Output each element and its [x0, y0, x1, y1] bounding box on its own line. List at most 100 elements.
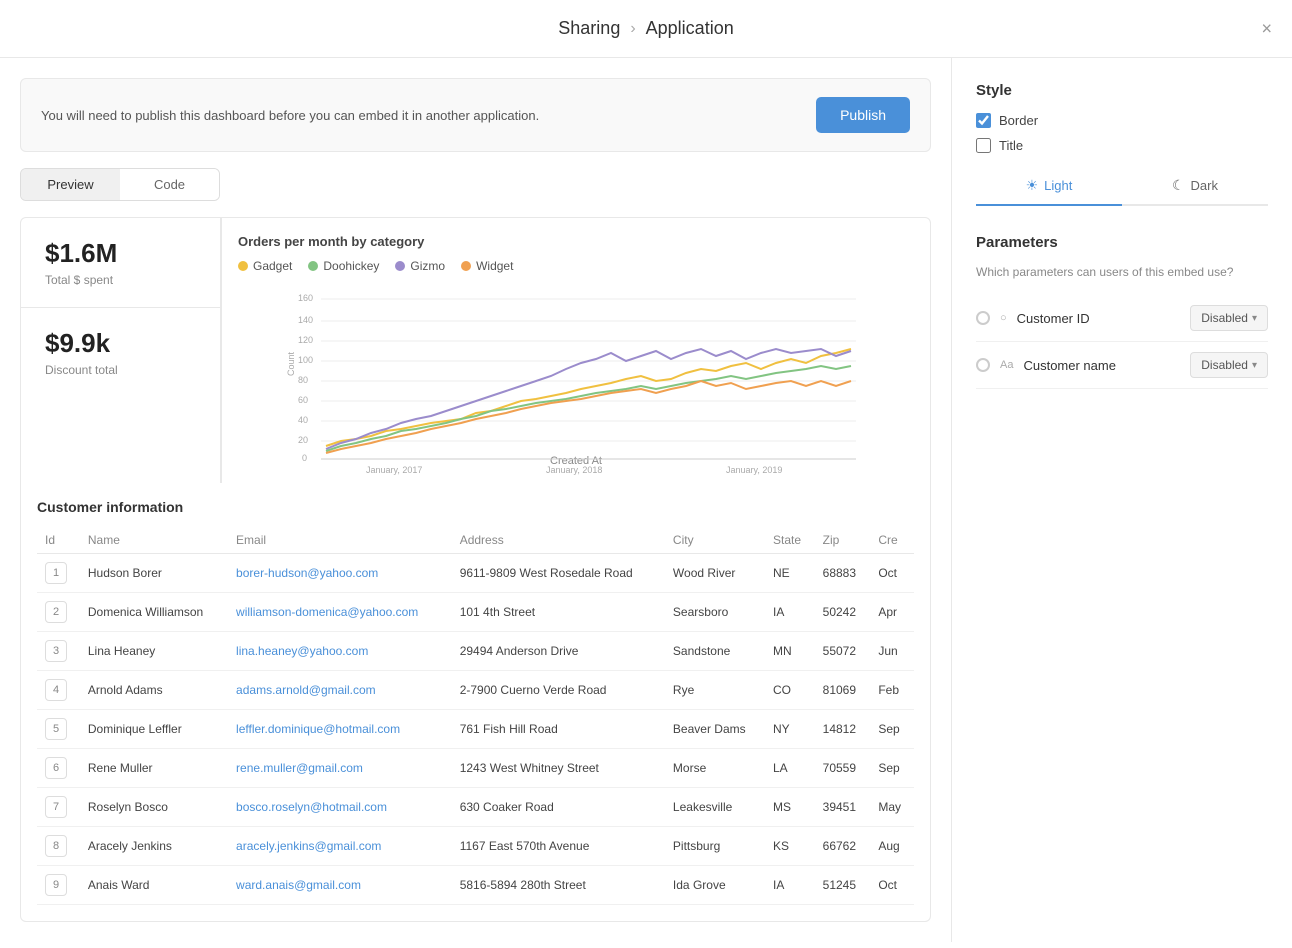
- cell-state: MS: [765, 788, 815, 827]
- cell-email: leffler.dominique@hotmail.com: [228, 710, 452, 749]
- cell-address: 761 Fish Hill Road: [452, 710, 665, 749]
- param-left: Aa Customer name: [976, 358, 1116, 373]
- col-name: Name: [80, 527, 228, 554]
- chevron-down-icon: ▾: [1252, 313, 1257, 324]
- breadcrumb-sharing: Sharing: [558, 18, 620, 39]
- cell-id: 4: [37, 671, 80, 710]
- cell-email: borer-hudson@yahoo.com: [228, 554, 452, 593]
- cell-email: lina.heaney@yahoo.com: [228, 632, 452, 671]
- cell-city: Rye: [665, 671, 765, 710]
- param-dropdown[interactable]: Disabled ▾: [1190, 352, 1268, 378]
- moon-icon: ☾: [1172, 177, 1185, 194]
- light-theme-button[interactable]: ☀ Light: [976, 167, 1122, 206]
- customer-table: Id Name Email Address City State Zip Cre…: [37, 527, 914, 905]
- table-header-row: Id Name Email Address City State Zip Cre: [37, 527, 914, 554]
- cell-zip: 14812: [815, 710, 871, 749]
- table-row: 9 Anais Ward ward.anais@gmail.com 5816-5…: [37, 866, 914, 905]
- title-option: Title: [976, 138, 1268, 153]
- cell-state: NY: [765, 710, 815, 749]
- title-label[interactable]: Title: [999, 138, 1023, 153]
- cell-city: Searsboro: [665, 593, 765, 632]
- col-state: State: [765, 527, 815, 554]
- metric-label-2: Discount total: [45, 363, 197, 377]
- dark-theme-button[interactable]: ☾ Dark: [1122, 167, 1268, 206]
- metric-value-1: $1.6M: [45, 238, 196, 269]
- border-label[interactable]: Border: [999, 113, 1038, 128]
- cell-city: Beaver Dams: [665, 710, 765, 749]
- cell-email: rene.muller@gmail.com: [228, 749, 452, 788]
- cell-name: Lina Heaney: [80, 632, 228, 671]
- close-button[interactable]: ×: [1261, 18, 1272, 39]
- cell-email: adams.arnold@gmail.com: [228, 671, 452, 710]
- line-chart-svg: 160 140 120 100 80 60 40 20 0 Count: [238, 281, 914, 481]
- modal-header: Sharing › Application ×: [0, 0, 1292, 58]
- metric-discount: $9.9k Discount total: [21, 308, 221, 397]
- border-option: Border: [976, 113, 1268, 128]
- params-section: Parameters Which parameters can users of…: [976, 234, 1268, 389]
- chevron-icon: ›: [630, 20, 635, 38]
- legend-label-widget: Widget: [476, 259, 513, 273]
- param-left: ○ Customer ID: [976, 311, 1090, 326]
- param-radio[interactable]: [976, 311, 990, 325]
- title-checkbox[interactable]: [976, 138, 991, 153]
- params-title: Parameters: [976, 234, 1268, 251]
- cell-city: Pittsburg: [665, 827, 765, 866]
- svg-text:January, 2017: January, 2017: [366, 465, 422, 475]
- cell-name: Domenica Williamson: [80, 593, 228, 632]
- legend-widget: Widget: [461, 259, 513, 273]
- table-row: 7 Roselyn Bosco bosco.roselyn@hotmail.co…: [37, 788, 914, 827]
- cell-id: 3: [37, 632, 80, 671]
- publish-banner: You will need to publish this dashboard …: [20, 78, 931, 152]
- chart-container: 160 140 120 100 80 60 40 20 0 Count: [238, 281, 914, 461]
- breadcrumb: Sharing › Application: [558, 18, 733, 39]
- main-panel: You will need to publish this dashboard …: [0, 58, 952, 942]
- publish-button[interactable]: Publish: [816, 97, 910, 133]
- table-row: 6 Rene Muller rene.muller@gmail.com 1243…: [37, 749, 914, 788]
- col-id: Id: [37, 527, 80, 554]
- cell-state: KS: [765, 827, 815, 866]
- cell-created: Jun: [870, 632, 914, 671]
- theme-toggle: ☀ Light ☾ Dark: [976, 167, 1268, 206]
- cell-zip: 50242: [815, 593, 871, 632]
- cell-city: Wood River: [665, 554, 765, 593]
- param-row: ○ Customer ID Disabled ▾: [976, 295, 1268, 342]
- cell-id: 8: [37, 827, 80, 866]
- cell-created: Aug: [870, 827, 914, 866]
- cell-address: 1167 East 570th Avenue: [452, 827, 665, 866]
- cell-state: NE: [765, 554, 815, 593]
- legend-dot-gadget: [238, 261, 248, 271]
- legend-gadget: Gadget: [238, 259, 292, 273]
- cell-city: Ida Grove: [665, 866, 765, 905]
- cell-name: Dominique Leffler: [80, 710, 228, 749]
- param-radio[interactable]: [976, 358, 990, 372]
- cell-address: 2-7900 Cuerno Verde Road: [452, 671, 665, 710]
- svg-text:140: 140: [298, 315, 313, 325]
- cell-id: 7: [37, 788, 80, 827]
- cell-created: Feb: [870, 671, 914, 710]
- cell-city: Morse: [665, 749, 765, 788]
- param-name: Customer ID: [1017, 311, 1090, 326]
- metric-label-1: Total $ spent: [45, 273, 196, 287]
- svg-text:120: 120: [298, 335, 313, 345]
- metric-total-spent: $1.6M Total $ spent: [21, 218, 221, 307]
- border-checkbox[interactable]: [976, 113, 991, 128]
- cell-address: 101 4th Street: [452, 593, 665, 632]
- col-email: Email: [228, 527, 452, 554]
- table-row: 4 Arnold Adams adams.arnold@gmail.com 2-…: [37, 671, 914, 710]
- cell-created: Oct: [870, 866, 914, 905]
- modal-body: You will need to publish this dashboard …: [0, 58, 1292, 942]
- legend-dot-doohickey: [308, 261, 318, 271]
- chart-title: Orders per month by category: [238, 234, 914, 249]
- params-list: ○ Customer ID Disabled ▾ Aa Customer nam…: [976, 295, 1268, 389]
- table-row: 1 Hudson Borer borer-hudson@yahoo.com 96…: [37, 554, 914, 593]
- param-dropdown[interactable]: Disabled ▾: [1190, 305, 1268, 331]
- cell-id: 1: [37, 554, 80, 593]
- table-row: 3 Lina Heaney lina.heaney@yahoo.com 2949…: [37, 632, 914, 671]
- legend-gizmo: Gizmo: [395, 259, 445, 273]
- cell-state: MN: [765, 632, 815, 671]
- tab-preview[interactable]: Preview: [21, 169, 120, 200]
- cell-zip: 81069: [815, 671, 871, 710]
- tab-code[interactable]: Code: [120, 169, 219, 200]
- legend-label-gizmo: Gizmo: [410, 259, 445, 273]
- cell-name: Rene Muller: [80, 749, 228, 788]
